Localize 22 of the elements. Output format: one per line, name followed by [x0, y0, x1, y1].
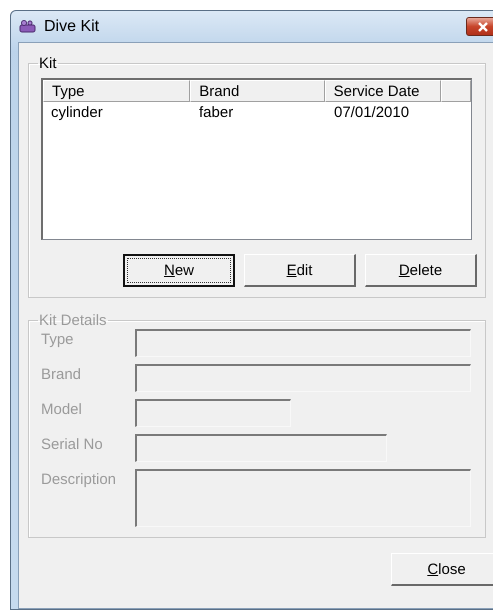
column-header[interactable]: Type — [43, 80, 190, 102]
table-cell-text: faber — [198, 103, 234, 122]
field-label: Brand — [41, 365, 82, 383]
column-header[interactable]: Service Date — [324, 80, 442, 102]
column-header[interactable]: Brand — [190, 80, 325, 102]
field-label: Type — [41, 330, 75, 348]
close-button[interactable]: Close — [391, 553, 493, 586]
window-title: Dive Kit — [44, 18, 100, 36]
kit-list[interactable]: Type Brand Service Date cylinder faber 07/01/2010 — [41, 78, 472, 240]
dive-kit-icon — [18, 18, 38, 34]
field-label: Serial No — [41, 435, 104, 453]
edit-button[interactable]: Edit — [244, 254, 356, 287]
close-icon — [477, 22, 489, 32]
group-title: Kit — [38, 55, 58, 72]
field-label: Model — [41, 400, 83, 418]
title-close-button[interactable] — [466, 17, 493, 36]
table-cell-text: cylinder — [50, 103, 104, 122]
field-label: Description — [41, 470, 118, 488]
new-button[interactable]: New — [123, 254, 235, 287]
table-cell-text: 07/01/2010 — [333, 103, 410, 122]
group-title: Kit Details — [38, 312, 108, 329]
delete-button[interactable]: Delete — [365, 254, 477, 287]
